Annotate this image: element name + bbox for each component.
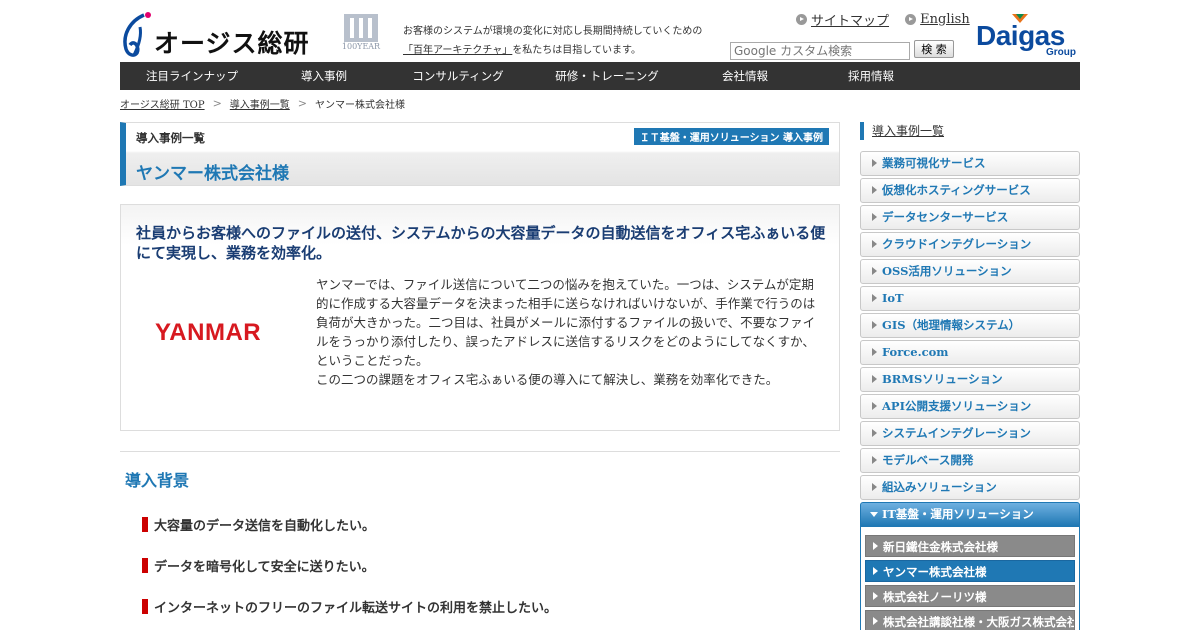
tagline-line1: お客様のシステムが環境の変化に対応し長期間持続していくための [403, 26, 703, 37]
page-header: 導入事例一覧 ＩＴ基盤・運用ソリューション 導入事例 ヤンマー株式会社様 [120, 122, 840, 186]
chevron-right-icon: > [297, 97, 308, 110]
search-box: 検 索 [730, 40, 954, 60]
sidebar-menu: 業務可視化サービス 仮想化ホスティングサービス データセンターサービス クラウド… [860, 151, 1080, 630]
summary-title: 社員からお客様へのファイルの送付、システムからの大容量データの自動送信をオフィス… [136, 224, 826, 262]
bullet-bar-icon [142, 599, 148, 614]
sidebar-item-forcecom[interactable]: Force.com [860, 340, 1080, 365]
submenu-item[interactable]: 新日鐵住金株式会社様 [865, 535, 1075, 557]
daigas-logo[interactable]: Daigas Group [976, 12, 1080, 60]
sidebar-item-embedded[interactable]: 組込みソリューション [860, 475, 1080, 500]
breadcrumb-top[interactable]: オージス総研 TOP [120, 96, 205, 111]
hundred-year-label: 100YEAR [341, 42, 381, 51]
breadcrumb-current: ヤンマー株式会社様 [315, 100, 406, 111]
sidebar-heading[interactable]: 導入事例一覧 [860, 122, 944, 140]
sidebar-item-mbd[interactable]: モデルベース開発 [860, 448, 1080, 473]
nav-item-training[interactable]: 研修・トレーニング [532, 62, 682, 90]
tagline: お客様のシステムが環境の変化に対応し長期間持続していくための 「百年アーキテクチ… [403, 22, 723, 60]
submenu-item[interactable]: 株式会社ノーリツ様 [865, 585, 1075, 607]
arrow-circle-icon [905, 14, 917, 25]
background-item: データを暗号化して安全に送りたい。 [142, 556, 375, 575]
sidebar-item-brms[interactable]: BRMSソリューション [860, 367, 1080, 392]
breadcrumb-cases[interactable]: 導入事例一覧 [230, 96, 290, 111]
top-links: サイトマップ English [796, 10, 982, 29]
yanmar-logo: YANMAR [155, 319, 262, 346]
bullet-bar-icon [142, 558, 148, 573]
breadcrumb: オージス総研 TOP > 導入事例一覧 > ヤンマー株式会社様 [120, 96, 405, 111]
submenu-item-current[interactable]: ヤンマー株式会社様 [865, 560, 1075, 582]
sidebar-item-cloud[interactable]: クラウドインテグレーション [860, 232, 1080, 257]
nav-item-recruit[interactable]: 採用情報 [808, 62, 934, 90]
tagline-line2-rest: を私たちは目指しています。 [512, 45, 642, 56]
summary-text: ヤンマーでは、ファイル送信について二つの悩みを抱えていた。一つは、システムが定期… [316, 275, 821, 389]
nav-item-consulting[interactable]: コンサルティング [384, 62, 532, 90]
section-divider [120, 451, 840, 452]
sitemap-link[interactable]: サイトマップ [796, 10, 889, 29]
background-item-label: インターネットのフリーのファイル転送サイトの利用を禁止したい。 [154, 601, 558, 616]
summary-paragraph-2: この二つの課題をオフィス宅ふぁいる便の導入にて解決し、業務を効率化できた。 [316, 372, 779, 387]
sidebar-item-hosting[interactable]: 仮想化ホスティングサービス [860, 178, 1080, 203]
background-section-title: 導入背景 [125, 471, 190, 490]
sidebar-submenu: 新日鐵住金株式会社様 ヤンマー株式会社様 株式会社ノーリツ様 株式会社講談社様・… [860, 527, 1080, 630]
sidebar-item-api[interactable]: API公開支援ソリューション [860, 394, 1080, 419]
bullet-bar-icon [142, 517, 148, 532]
english-link[interactable]: English [905, 12, 970, 27]
background-item: インターネットのフリーのファイル転送サイトの利用を禁止したい。 [142, 597, 557, 616]
summary-paragraph-1: ヤンマーでは、ファイル送信について二つの悩みを抱えていた。一つは、システムが定期… [316, 277, 816, 368]
site-header: オージス総研 100YEAR お客様のシステムが環境の変化に対応し長期間持続して… [120, 0, 1080, 62]
tagline-line2: 「百年アーキテクチャ」を私たちは目指しています。 [403, 41, 723, 60]
page-category: 導入事例一覧 [136, 131, 205, 145]
search-input[interactable] [730, 42, 910, 60]
submenu-item[interactable]: 株式会社講談社様・大阪ガス株式会社様 [865, 610, 1075, 630]
sidebar-item-gis[interactable]: GIS（地理情報システム） [860, 313, 1080, 338]
ogis-logo-text: オージス総研 [154, 29, 310, 58]
ogis-logo[interactable]: オージス総研 [120, 9, 310, 59]
sidebar-item-visualization[interactable]: 業務可視化サービス [860, 151, 1080, 176]
search-button[interactable]: 検 索 [914, 40, 954, 58]
sidebar-item-si[interactable]: システムインテグレーション [860, 421, 1080, 446]
chevron-right-icon: > [212, 97, 222, 110]
background-item-label: 大容量のデータ送信を自動化したい。 [154, 519, 376, 534]
global-nav: 注目ラインナップ 導入事例 コンサルティング 研修・トレーニング 会社情報 採用… [120, 62, 1080, 90]
hundred-year-logo-icon [344, 14, 378, 42]
page-title: ヤンマー株式会社様 [136, 164, 289, 184]
daigas-logo-sub: Group [1046, 47, 1076, 58]
ogis-mark-icon [123, 12, 151, 57]
nav-item-cases[interactable]: 導入事例 [264, 62, 384, 90]
background-item: 大容量のデータ送信を自動化したい。 [142, 515, 375, 534]
sidebar-item-iot[interactable]: IoT [860, 286, 1080, 311]
background-item-label: データを暗号化して安全に送りたい。 [154, 560, 375, 575]
tagline-link[interactable]: 「百年アーキテクチャ」 [403, 45, 512, 56]
sidebar-item-datacenter[interactable]: データセンターサービス [860, 205, 1080, 230]
nav-item-lineup[interactable]: 注目ラインナップ [120, 62, 264, 90]
arrow-circle-icon [796, 14, 807, 25]
category-badge: ＩＴ基盤・運用ソリューション 導入事例 [633, 128, 829, 145]
sidebar-item-it-infra[interactable]: IT基盤・運用ソリューション [860, 502, 1080, 527]
sidebar-item-oss[interactable]: OSS活用ソリューション [860, 259, 1080, 284]
case-summary: 社員からお客様へのファイルの送付、システムからの大容量データの自動送信をオフィス… [120, 204, 840, 431]
nav-item-company[interactable]: 会社情報 [682, 62, 808, 90]
